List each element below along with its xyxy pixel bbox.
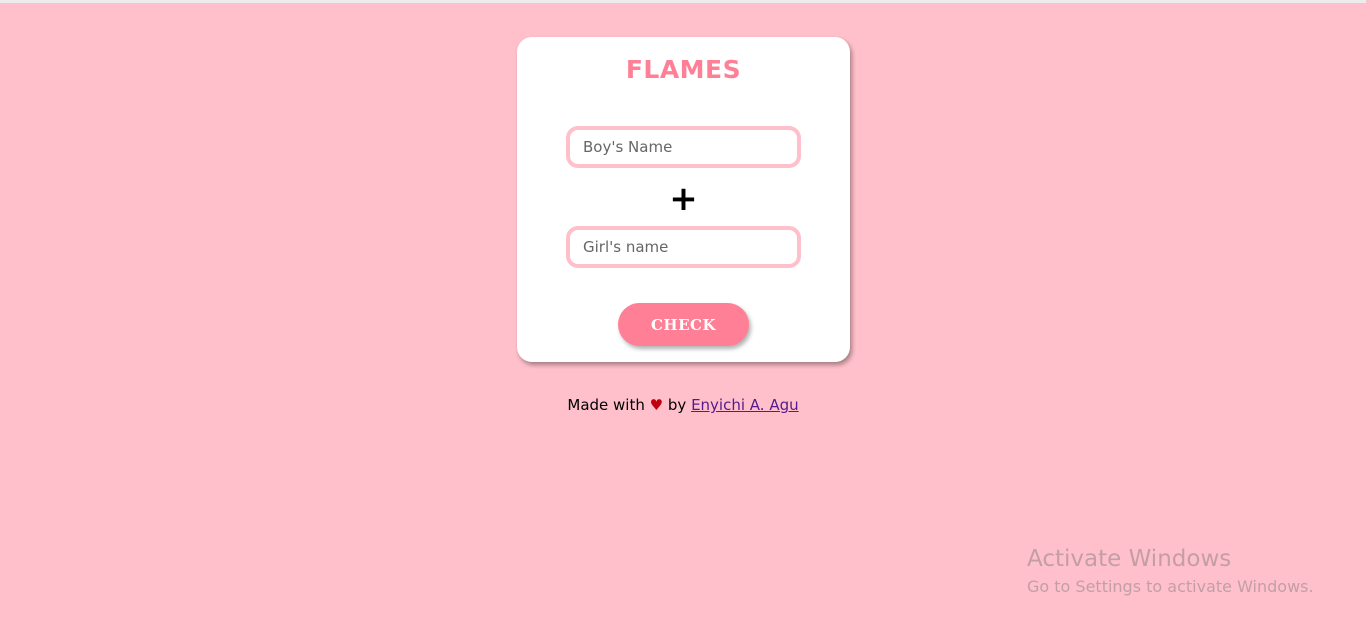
by-text: by [667, 396, 687, 414]
author-link[interactable]: Enyichi A. Agu [691, 396, 799, 414]
plus-icon: + [669, 179, 698, 219]
watermark-title: Activate Windows [1027, 546, 1232, 572]
watermark-subtitle: Go to Settings to activate Windows. [1027, 577, 1314, 596]
girl-name-input[interactable] [566, 226, 801, 268]
flames-card: FLAMES + CHECK [517, 37, 850, 362]
top-strip [0, 0, 1366, 3]
made-with-text: Made with [567, 396, 645, 414]
heart-icon: ♥ [649, 396, 664, 414]
check-button[interactable]: CHECK [618, 303, 749, 346]
activate-windows-watermark: Activate Windows Go to Settings to activ… [1027, 544, 1314, 597]
app-title: FLAMES [625, 55, 742, 84]
boy-name-input[interactable] [566, 126, 801, 168]
footer-credit: Made with ♥ by Enyichi A. Agu [0, 396, 1366, 414]
